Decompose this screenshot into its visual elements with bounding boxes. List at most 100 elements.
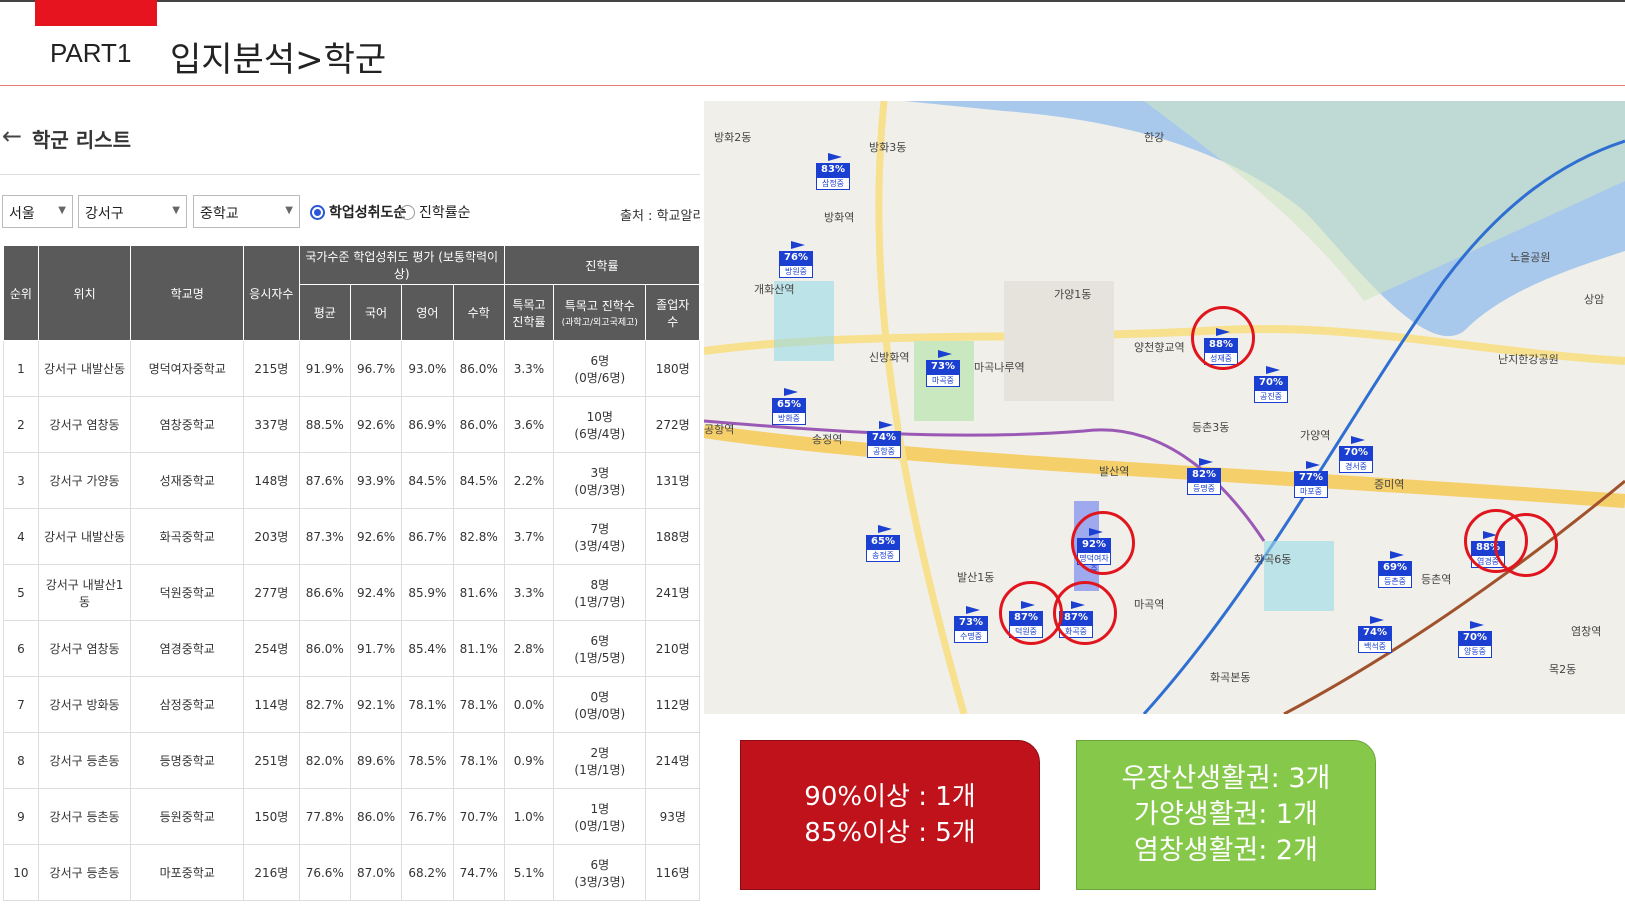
radio-advance[interactable]: 진학률순	[400, 202, 471, 222]
table-row[interactable]: 4 강서구 내발산동 화곡중학교 203명 87.3% 92.6% 86.7% 82.8% 3.…	[3, 508, 700, 565]
marker-school-name: 마곡중	[926, 374, 960, 387]
source-note: 출처 : 학교알리미	[620, 209, 700, 224]
school-marker[interactable]: 83% 삼정중	[816, 153, 850, 190]
school-marker[interactable]: 82% 등명중	[1187, 458, 1221, 495]
summary-box-percent-line2: 85%이상 : 5개	[804, 818, 976, 848]
flag-icon	[1470, 621, 1484, 629]
marker-school-name: 방화중	[772, 412, 806, 425]
table-row[interactable]: 8 강서구 등촌동 등명중학교 251명 82.0% 89.6% 78.5% 78.1% 0.9…	[3, 732, 700, 789]
level-select[interactable]: 중학교 ▼	[193, 195, 300, 228]
map-place-label: 방화역	[824, 211, 855, 224]
highlight-circle	[1494, 513, 1558, 577]
map-place-label: 화곡본동	[1210, 671, 1251, 684]
cell-math: 78.1%	[452, 676, 505, 733]
cell-sp-count: 8명 (1명/7명)	[553, 564, 647, 621]
cell-kor: 96.7%	[349, 340, 403, 397]
table-row[interactable]: 6 강서구 염창동 염경중학교 254명 86.0% 91.7% 85.4% 81.1% 2.8…	[3, 620, 700, 677]
cell-sp-rate: 3.6%	[503, 396, 555, 453]
school-marker[interactable]: 77% 마포중	[1294, 461, 1328, 498]
marker-school-name: 공진중	[1254, 390, 1288, 403]
map-place-label: 난지한강공원	[1498, 353, 1559, 366]
cell-rank: 3	[3, 452, 39, 509]
school-marker[interactable]: 74% 공항중	[867, 421, 901, 458]
school-marker[interactable]: 73% 수명중	[954, 606, 988, 643]
cell-location: 강서구 방화동	[37, 676, 132, 733]
summary-box-area: 우장산생활권: 3개 가양생활권: 1개 염창생활권: 2개	[1076, 740, 1376, 890]
map-place-label: 목2동	[1549, 663, 1577, 676]
cell-avg: 87.3%	[298, 508, 351, 565]
cell-kor: 92.6%	[349, 396, 403, 453]
cell-sp-count: 6명 (1명/5명)	[553, 620, 647, 677]
school-marker[interactable]: 65% 방화중	[772, 388, 806, 425]
cell-grad: 116명	[645, 844, 700, 901]
table-row[interactable]: 9 강서구 등촌동 등원중학교 150명 77.8% 86.0% 76.7% 70.7% 1.0…	[3, 788, 700, 845]
map-place-label: 방화2동	[714, 131, 752, 144]
th-sp-rate-line1: 특목고	[512, 297, 546, 312]
back-arrow-icon[interactable]: ←	[2, 122, 22, 150]
marker-school-name: 방원중	[779, 265, 813, 278]
map-place-label: 염창역	[1571, 625, 1602, 638]
cell-math: 86.0%	[452, 340, 505, 397]
cell-count: 148명	[243, 452, 300, 509]
marker-school-name: 수명중	[954, 630, 988, 643]
school-marker[interactable]: 76% 방원중	[779, 241, 813, 278]
table-row[interactable]: 7 강서구 방화동 삼정중학교 114명 82.7% 92.1% 78.1% 78.1% 0.0…	[3, 676, 700, 733]
cell-sp-rate: 3.3%	[503, 564, 555, 621]
cell-location: 강서구 내발산동	[37, 508, 132, 565]
city-select[interactable]: 서울 ▼	[2, 195, 73, 228]
school-marker[interactable]: 74% 백석중	[1358, 616, 1392, 653]
flag-icon	[938, 350, 952, 358]
cell-location: 강서구 염창동	[37, 396, 132, 453]
cell-location: 강서구 등촌동	[37, 788, 132, 845]
top-border	[0, 0, 1625, 2]
school-marker[interactable]: 70% 공진중	[1254, 366, 1288, 403]
school-marker[interactable]: 65% 송정중	[866, 525, 900, 562]
table-row[interactable]: 10 강서구 등촌동 마포중학교 216명 76.6% 87.0% 68.2% 74.7% 5.…	[3, 844, 700, 901]
cell-avg: 88.5%	[298, 396, 351, 453]
cell-school: 등명중학교	[130, 732, 245, 789]
district-select[interactable]: 강서구 ▼	[78, 195, 187, 228]
marker-percent: 83%	[816, 163, 850, 177]
header-accent	[35, 0, 157, 26]
cell-kor: 87.0%	[349, 844, 403, 901]
marker-percent: 70%	[1458, 631, 1492, 645]
table-row[interactable]: 2 강서구 염창동 염창중학교 337명 88.5% 92.6% 86.9% 86.0% 3.6…	[3, 396, 700, 453]
map-place-label: 마곡역	[1134, 598, 1165, 611]
cell-count: 203명	[243, 508, 300, 565]
cell-sp-rate: 3.7%	[503, 508, 555, 565]
school-marker[interactable]: 70% 경서중	[1339, 436, 1373, 473]
table-row[interactable]: 1 강서구 내발산동 명덕여자중학교 215명 91.9% 96.7% 93.0% 86.0%…	[3, 340, 700, 397]
table-row[interactable]: 5 강서구 내발산1동 덕원중학교 277명 86.6% 92.4% 85.9% 81.6% 3…	[3, 564, 700, 621]
th-eng: 영어	[401, 284, 454, 341]
school-marker[interactable]: 70% 양동중	[1458, 621, 1492, 658]
th-advance-group: 진학률	[503, 245, 701, 285]
cell-sp-rate: 0.0%	[503, 676, 555, 733]
cell-eng: 68.2%	[401, 844, 454, 901]
school-marker[interactable]: 73% 마곡중	[926, 350, 960, 387]
cell-school: 마포중학교	[130, 844, 245, 901]
cell-rank: 9	[3, 788, 39, 845]
map-place-label: 가양1동	[1054, 288, 1092, 301]
cell-avg: 76.6%	[298, 844, 351, 901]
school-marker[interactable]: 69% 등촌중	[1378, 551, 1412, 588]
school-map[interactable]: 83% 삼정중 76% 방원중 65% 방화중 73% 마곡중 74% 공항중 65% 송정중 73% 수…	[704, 101, 1625, 714]
cell-school: 성재중학교	[130, 452, 245, 509]
highlight-circle	[1071, 511, 1135, 575]
summary-box-percent-line1: 90%이상 : 1개	[804, 782, 976, 812]
map-place-label: 상암	[1584, 293, 1605, 306]
radio-achievement[interactable]: 학업성취도순	[310, 202, 406, 222]
table-row[interactable]: 3 강서구 가양동 성재중학교 148명 87.6% 93.9% 84.5% 84.5% 2.2…	[3, 452, 700, 509]
cell-sp-count-total: 6명	[590, 353, 610, 368]
cell-grad: 241명	[645, 564, 700, 621]
cell-avg: 86.6%	[298, 564, 351, 621]
marker-percent: 73%	[954, 616, 988, 630]
cell-avg: 86.0%	[298, 620, 351, 677]
cell-kor: 92.6%	[349, 508, 403, 565]
cell-sp-count-detail: (0명/3명)	[574, 482, 626, 497]
cell-sp-count-total: 6명	[590, 633, 610, 648]
highlight-circle	[1191, 306, 1255, 370]
cell-rank: 10	[3, 844, 39, 901]
cell-sp-count-total: 10명	[586, 409, 613, 424]
map-place-label: 등촌3동	[1192, 421, 1230, 434]
th-sp-count-line1: 특목고 진학수	[564, 299, 635, 313]
